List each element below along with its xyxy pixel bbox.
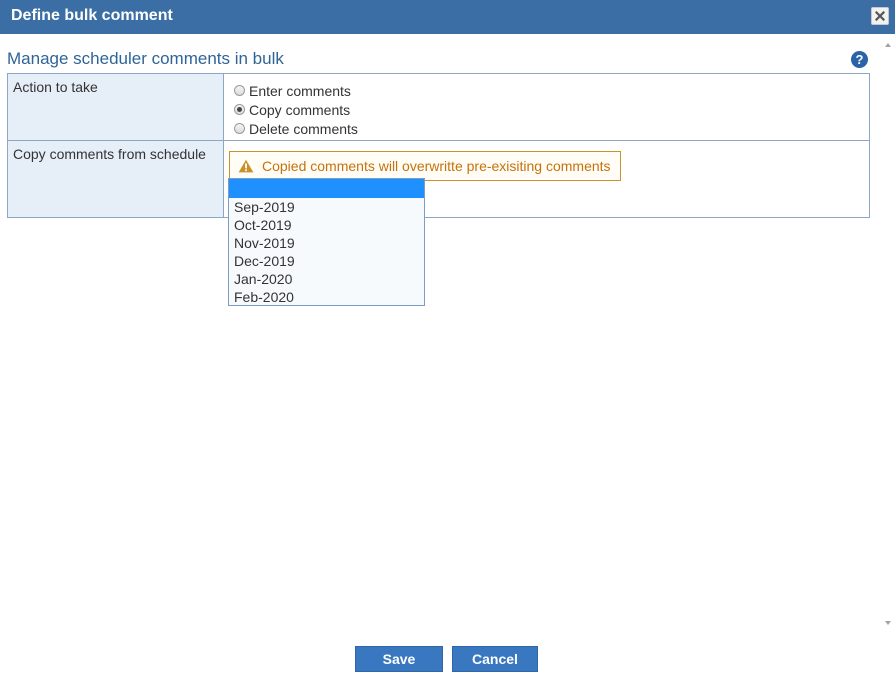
dialog-content: Manage scheduler comments in bulk ? Acti… (0, 34, 881, 633)
dropdown-option-dec-2019[interactable]: Dec-2019 (229, 252, 424, 270)
overwrite-warning: Copied comments will overwritte pre-exis… (229, 151, 621, 181)
radio-delete-comments[interactable] (234, 123, 245, 134)
dialog-titlebar: Define bulk comment (0, 0, 895, 34)
action-radio-group: Enter comments Copy comments Delete comm… (224, 74, 869, 138)
radio-label-enter-comments: Enter comments (249, 82, 351, 99)
save-button[interactable]: Save (355, 646, 443, 672)
schedule-dropdown-list: Sep-2019 Oct-2019 Nov-2019 Dec-2019 Jan-… (228, 178, 425, 306)
radio-option-enter-comments[interactable]: Enter comments (234, 81, 859, 100)
scroll-up-icon[interactable] (885, 43, 891, 47)
dialog-title: Define bulk comment (11, 7, 173, 24)
warning-icon (238, 159, 254, 173)
dropdown-option-oct-2019[interactable]: Oct-2019 (229, 216, 424, 234)
copy-from-label: Copy comments from schedule (7, 140, 224, 218)
dropdown-option-blank[interactable] (229, 179, 424, 198)
cancel-button[interactable]: Cancel (452, 646, 538, 672)
close-button[interactable] (871, 7, 889, 25)
scroll-down-icon[interactable] (885, 621, 891, 625)
radio-label-delete-comments: Delete comments (249, 120, 358, 137)
bulk-comment-form: Action to take Enter comments Copy comme… (7, 73, 870, 218)
action-options: Enter comments Copy comments Delete comm… (223, 73, 870, 141)
action-label: Action to take (7, 73, 224, 141)
radio-copy-comments[interactable] (234, 104, 245, 115)
radio-option-copy-comments[interactable]: Copy comments (234, 100, 859, 119)
copy-row: Copy comments from schedule Copied comme… (7, 140, 870, 218)
radio-option-delete-comments[interactable]: Delete comments (234, 119, 859, 138)
dropdown-option-nov-2019[interactable]: Nov-2019 (229, 234, 424, 252)
vertical-scrollbar[interactable] (881, 34, 895, 633)
radio-enter-comments[interactable] (234, 85, 245, 96)
page-title: Manage scheduler comments in bulk (7, 49, 284, 68)
close-icon (875, 11, 885, 21)
warning-text: Copied comments will overwritte pre-exis… (262, 158, 611, 174)
dropdown-option-sep-2019[interactable]: Sep-2019 (229, 198, 424, 216)
help-icon[interactable]: ? (851, 51, 868, 68)
dropdown-option-jan-2020[interactable]: Jan-2020 (229, 270, 424, 288)
define-bulk-comment-dialog: Define bulk comment Manage scheduler com… (0, 0, 895, 681)
radio-label-copy-comments: Copy comments (249, 101, 351, 118)
action-row: Action to take Enter comments Copy comme… (7, 73, 870, 141)
dropdown-option-feb-2020[interactable]: Feb-2020 (229, 288, 424, 306)
